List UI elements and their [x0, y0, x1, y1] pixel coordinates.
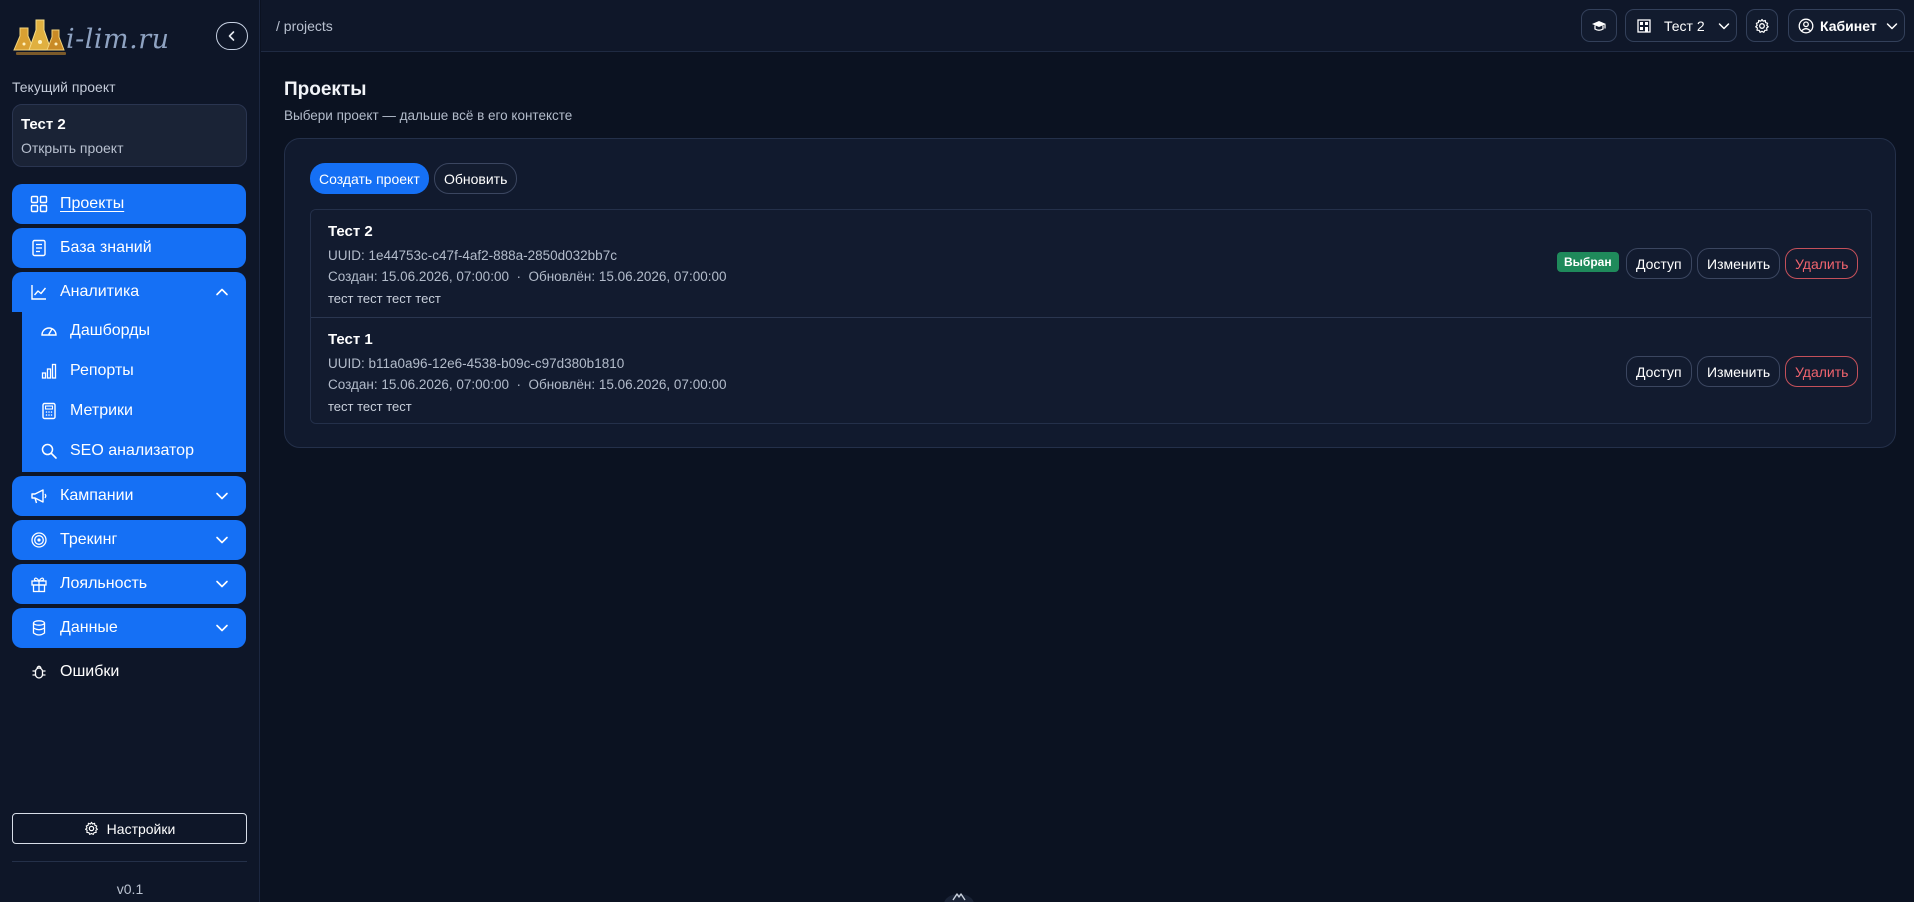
refresh-button[interactable]: Обновить: [434, 163, 518, 194]
sidebar-subitem-dashboards[interactable]: Дашборды: [24, 312, 246, 350]
sidebar-item-campaigns[interactable]: Кампании: [12, 476, 246, 516]
version-label: v0.1: [116, 881, 144, 897]
gear-icon: [84, 821, 98, 835]
project-dates: Создан: 15.06.2026, 07:00:00 · Обновлён:…: [328, 377, 727, 392]
cabinet-label: Кабинет: [1820, 17, 1877, 34]
database-icon: [32, 620, 46, 636]
chevron-down-icon: [216, 492, 228, 500]
sidebar-subitem-label: Репорты: [70, 362, 134, 379]
sidebar-item-projects[interactable]: Проекты: [12, 184, 246, 224]
settings-gear-button[interactable]: [1746, 9, 1778, 42]
project-row[interactable]: Тест 2 UUID: 1e44753c-c47f-4af2-888a-285…: [311, 210, 1871, 317]
chevron-down-icon: [1886, 22, 1897, 29]
access-button[interactable]: Доступ: [1626, 356, 1692, 387]
sidebar-item-tracking[interactable]: Трекинг: [12, 520, 246, 560]
sidebar-subitem-label: Дашборды: [70, 322, 150, 339]
book-icon: [32, 239, 46, 257]
graduation-cap-icon: [1592, 20, 1606, 31]
chevron-left-icon: [228, 31, 235, 41]
chevron-down-icon: [216, 624, 228, 632]
access-button[interactable]: Доступ: [1626, 248, 1692, 279]
flask-logo-icon: [13, 19, 66, 55]
page-subtitle: Выбери проект — дальше всё в его контекс…: [284, 108, 573, 123]
project-uuid: UUID: 1e44753c-c47f-4af2-888a-2850d032bb…: [328, 248, 617, 263]
project-uuid: UUID: b11a0a96-12e6-4538-b09c-c97d380b18…: [328, 356, 625, 371]
project-name: Тест 1: [328, 331, 373, 348]
sidebar-item-label: База знаний: [60, 239, 152, 256]
target-icon: [31, 532, 47, 548]
sidebar-header: i-lim.ru: [12, 12, 248, 58]
sidebar-item-knowledge-base[interactable]: База знаний: [12, 228, 246, 268]
sidebar-item-loyalty[interactable]: Лояльность: [12, 564, 246, 604]
footer-logo-icon: [944, 893, 974, 902]
project-list: Тест 2 UUID: 1e44753c-c47f-4af2-888a-285…: [310, 209, 1872, 424]
chart-line-icon: [31, 285, 47, 300]
logo-text: i-lim.ru: [66, 23, 170, 55]
bug-icon: [32, 665, 46, 679]
logo[interactable]: i-lim.ru: [12, 14, 170, 58]
project-name: Тест 2: [328, 223, 373, 240]
sidebar-subitem-label: Метрики: [70, 402, 133, 419]
projects-panel: Создать проект Обновить Тест 2 UUID: 1e4…: [284, 138, 1896, 448]
project-selector[interactable]: Тест 2: [1625, 9, 1737, 42]
page-title: Проекты: [284, 79, 367, 100]
current-project-label: Текущий проект: [12, 79, 116, 95]
project-selector-label: Тест 2: [1664, 17, 1705, 34]
gauge-icon: [41, 327, 57, 336]
sidebar-subitem-metrics[interactable]: Метрики: [24, 392, 246, 430]
current-project-name: Тест 2: [21, 116, 66, 133]
sidebar-item-data[interactable]: Данные: [12, 608, 246, 648]
chevron-down-icon: [216, 536, 228, 544]
bar-chart-icon: [41, 363, 57, 379]
settings-button[interactable]: Настройки: [12, 813, 247, 844]
create-project-button[interactable]: Создать проект: [310, 163, 429, 194]
building-icon: [1637, 18, 1651, 33]
sidebar-divider: [12, 861, 247, 862]
breadcrumb[interactable]: / projects: [276, 18, 333, 34]
sidebar-item-label: Проекты: [60, 195, 125, 212]
megaphone-icon: [31, 489, 47, 504]
delete-button[interactable]: Удалить: [1785, 356, 1859, 387]
sidebar-item-label: Лояльность: [60, 575, 148, 592]
current-project-card[interactable]: Тест 2 Открыть проект: [12, 104, 247, 167]
chevron-up-icon: [216, 288, 228, 296]
open-project-link[interactable]: Открыть проект: [21, 140, 238, 156]
search-icon: [41, 443, 57, 459]
selected-badge: Выбран: [1557, 252, 1619, 272]
user-circle-icon: [1798, 18, 1814, 33]
sidebar-item-errors[interactable]: Ошибки: [12, 652, 246, 692]
topbar: / projects Тест 2 Кабинет: [261, 0, 1914, 52]
settings-label: Настройки: [106, 820, 176, 837]
edit-button[interactable]: Изменить: [1697, 356, 1781, 387]
sidebar-item-label: Трекинг: [60, 531, 118, 548]
learning-button[interactable]: [1581, 9, 1617, 42]
sidebar-item-label: Данные: [60, 619, 118, 636]
sidebar-subitem-label: SEO анализатор: [70, 442, 194, 459]
gear-icon: [1755, 18, 1769, 33]
sidebar: i-lim.ru Текущий проект Тест 2 Открыть п…: [0, 0, 260, 902]
delete-button[interactable]: Удалить: [1785, 248, 1859, 279]
edit-button[interactable]: Изменить: [1697, 248, 1781, 279]
sidebar-subitem-reports[interactable]: Репорты: [24, 352, 246, 390]
sidebar-item-label: Кампании: [60, 487, 134, 504]
grid-icon: [30, 195, 48, 213]
project-description: тест тест тест: [328, 399, 412, 414]
collapse-sidebar-button[interactable]: [216, 22, 248, 50]
sidebar-subitem-seo-analyzer[interactable]: SEO анализатор: [24, 432, 246, 470]
calculator-icon: [42, 402, 56, 420]
cabinet-menu[interactable]: Кабинет: [1788, 9, 1905, 42]
project-description: тест тест тест тест: [328, 291, 441, 306]
project-dates: Создан: 15.06.2026, 07:00:00 · Обновлён:…: [328, 269, 727, 284]
project-row[interactable]: Тест 1 UUID: b11a0a96-12e6-4538-b09c-c97…: [311, 317, 1871, 423]
sidebar-item-analytics[interactable]: Аналитика: [12, 272, 246, 312]
chevron-down-icon: [216, 580, 228, 588]
sidebar-item-label: Аналитика: [60, 283, 140, 300]
sidebar-item-label: Ошибки: [60, 663, 120, 680]
gift-icon: [31, 577, 47, 593]
chevron-down-icon: [1718, 22, 1729, 29]
